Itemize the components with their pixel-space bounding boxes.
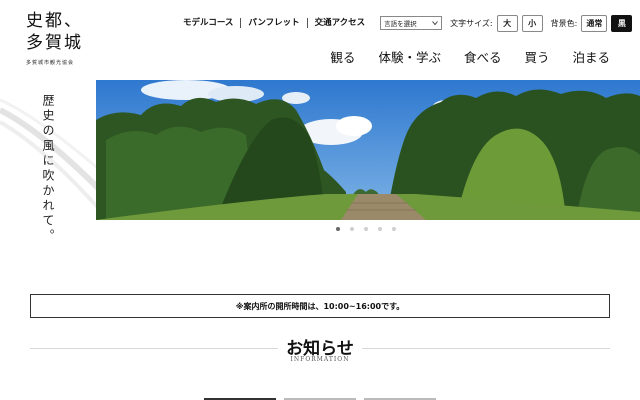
opening-hours-notice: ※案内所の開所時間は、10:00~16:00です。 — [30, 294, 610, 318]
logo-line-1: 史都、 — [26, 11, 83, 31]
hero-tagline: 歴史の風に吹かれて。 — [41, 94, 55, 244]
hero-slideshow[interactable] — [96, 80, 640, 220]
slide-dot-3[interactable] — [364, 227, 368, 231]
access-link[interactable]: 交通アクセス — [308, 18, 373, 28]
bg-normal-button[interactable]: 通常 — [581, 14, 608, 32]
slide-dot-4[interactable] — [378, 227, 382, 231]
nav-shop[interactable]: 買う — [524, 47, 549, 66]
nav-experience[interactable]: 体験・学ぶ — [378, 47, 441, 66]
chevron-down-icon — [432, 21, 439, 26]
site-logo[interactable]: 史都、 多賀城 多賀城市観光協会 — [26, 10, 96, 66]
language-select[interactable]: 言語を選択 — [380, 16, 443, 30]
bg-black-button[interactable]: 黒 — [611, 14, 633, 32]
logo-subtitle: 多賀城市観光協会 — [26, 60, 75, 66]
language-select-value: 言語を選択 — [384, 20, 417, 28]
logo-line-2: 多賀城 — [26, 33, 83, 53]
slide-dot-2[interactable] — [350, 227, 354, 231]
font-size-label: 文字サイズ: — [450, 18, 493, 28]
font-small-button[interactable]: 小 — [521, 14, 543, 32]
slide-dot-5[interactable] — [392, 227, 396, 231]
pamphlet-link[interactable]: パンフレット — [241, 18, 308, 28]
news-subtitle: INFORMATION — [290, 356, 350, 363]
slide-dot-1[interactable] — [336, 227, 340, 231]
nav-eat[interactable]: 食べる — [464, 47, 502, 66]
slide-indicators — [336, 227, 406, 231]
model-course-link[interactable]: モデルコース — [176, 18, 242, 28]
utility-bar: モデルコース パンフレット 交通アクセス 言語を選択 文字サイズ: 大 小 背景… — [176, 14, 633, 32]
nav-see[interactable]: 観る — [330, 47, 355, 66]
bg-color-label: 背景色: — [550, 18, 578, 28]
hero-image — [96, 80, 640, 220]
font-large-button[interactable]: 大 — [496, 14, 518, 32]
nav-stay[interactable]: 泊まる — [572, 47, 610, 66]
global-nav: 観る 体験・学ぶ 食べる 買う 泊まる — [307, 47, 610, 66]
